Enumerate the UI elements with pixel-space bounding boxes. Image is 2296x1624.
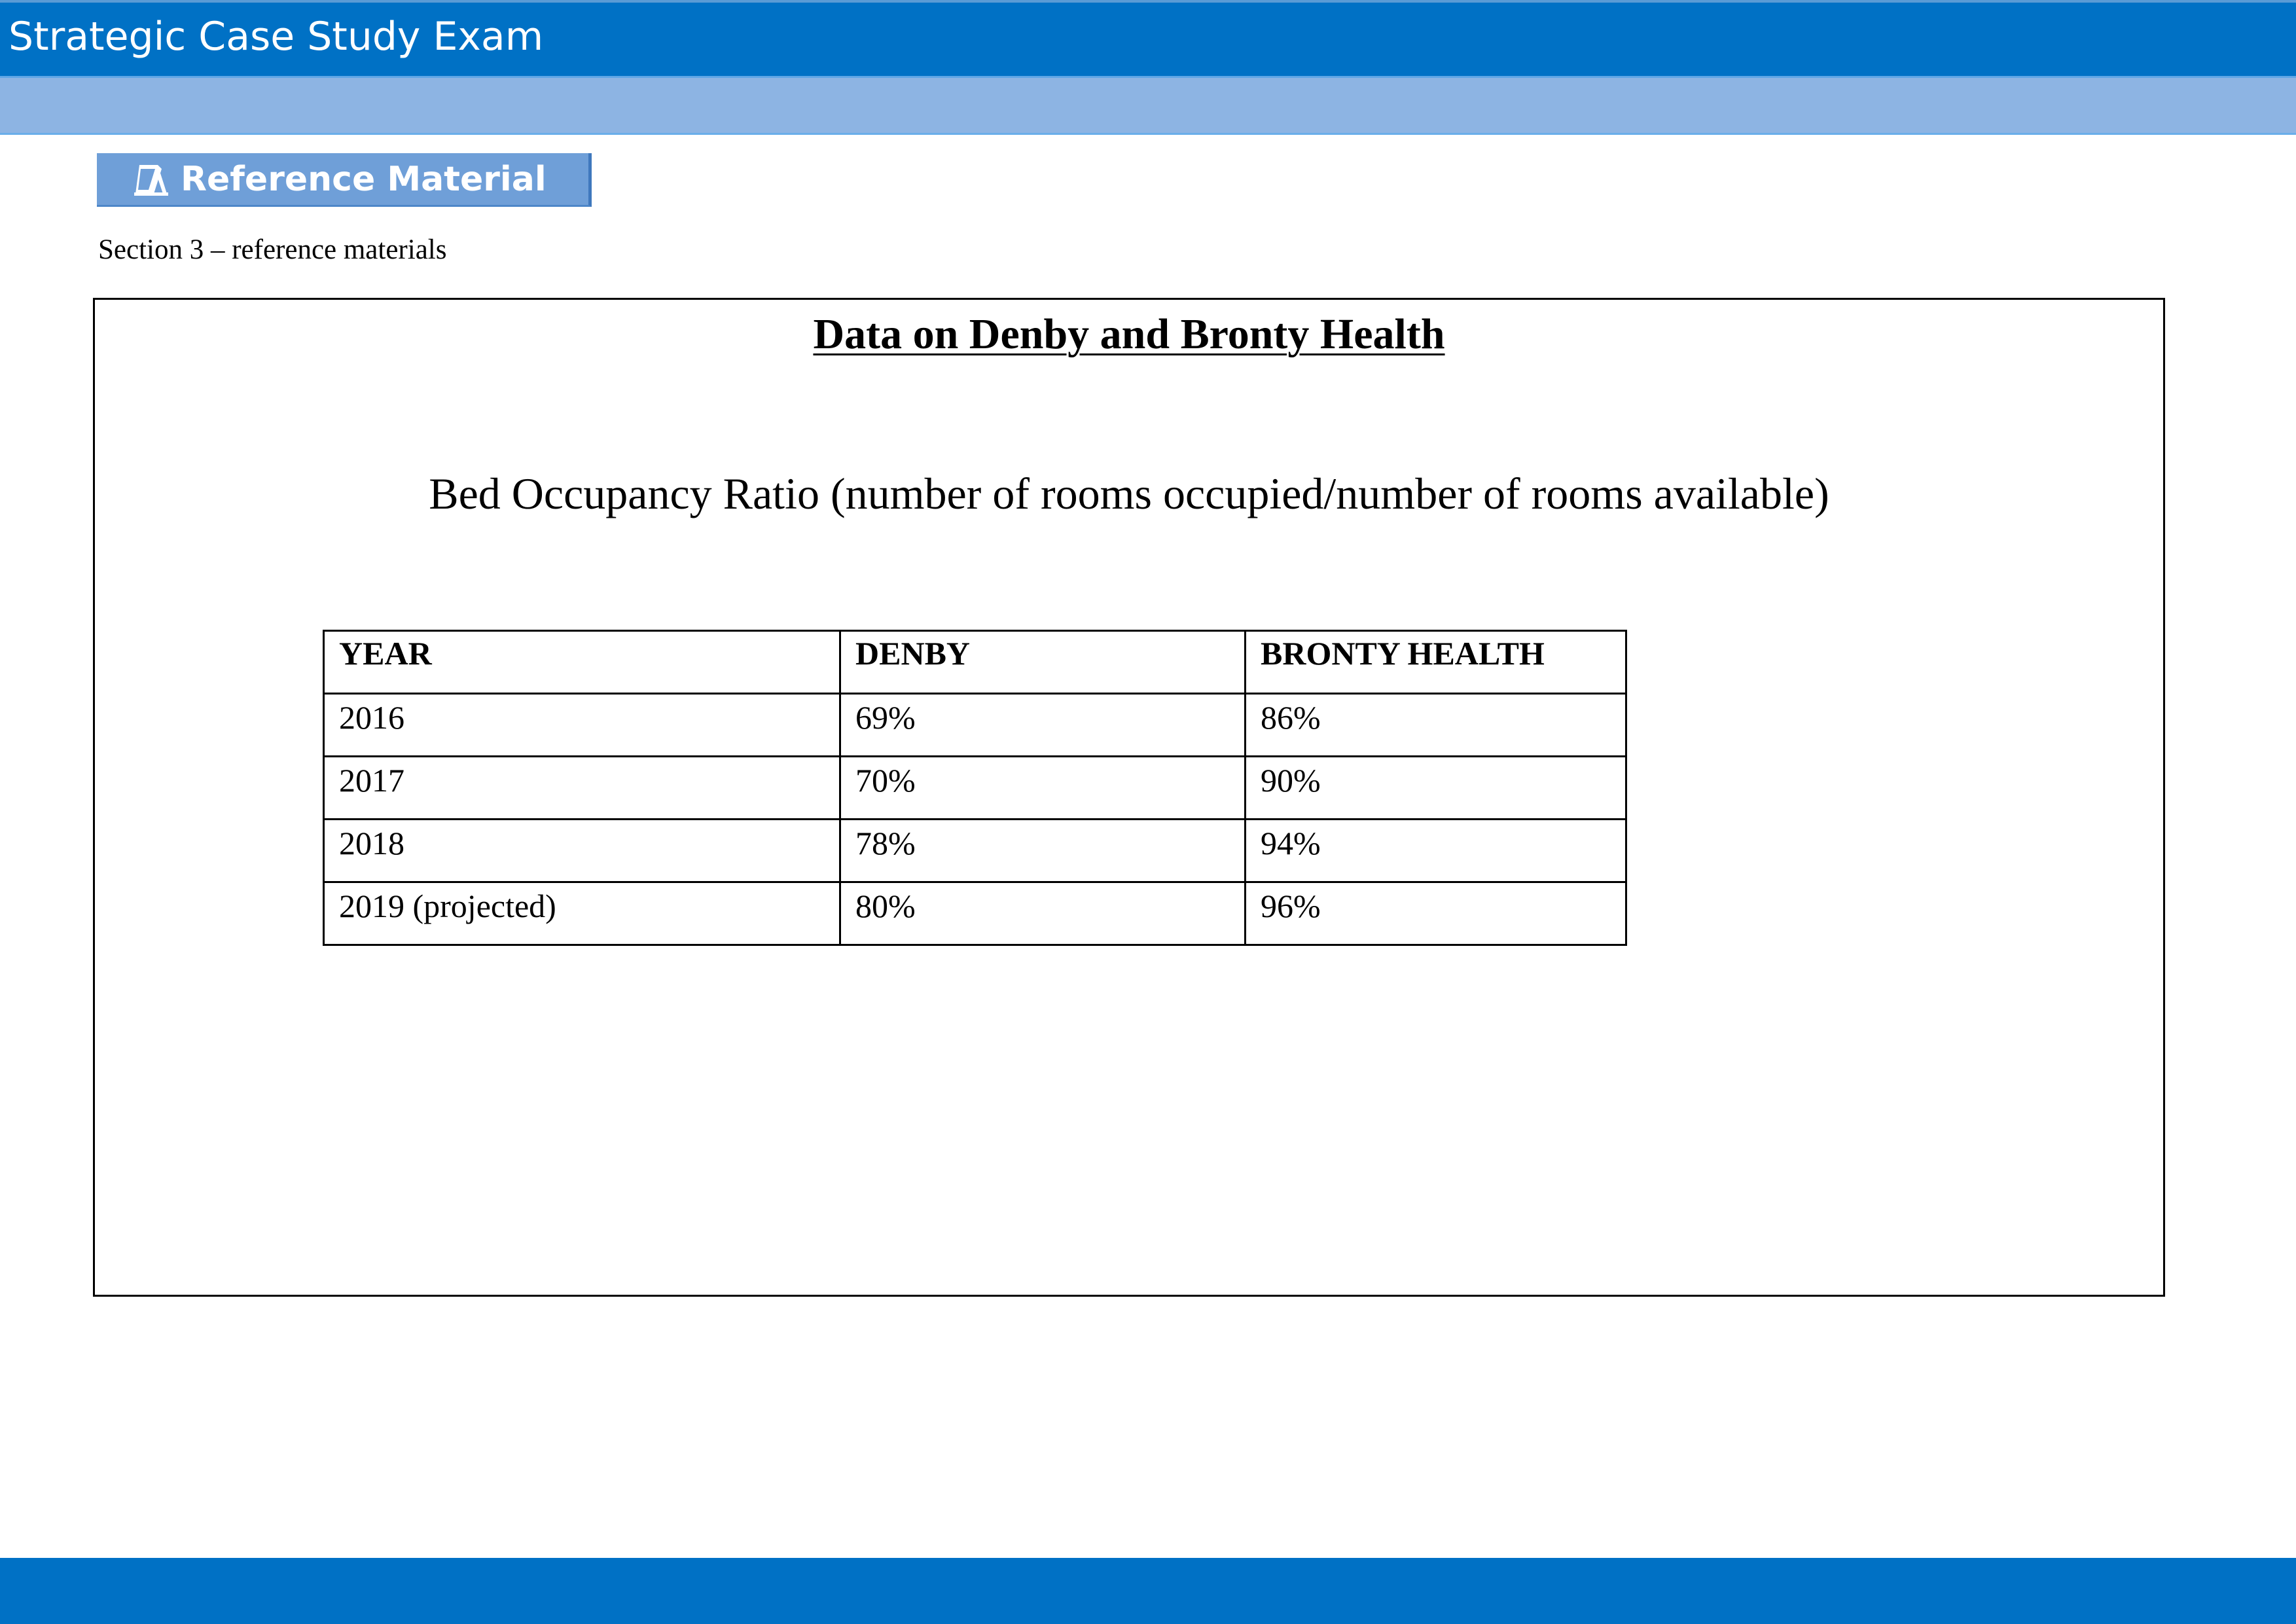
column-header-denby: DENBY bbox=[839, 630, 1246, 695]
section-label: Section 3 – reference materials bbox=[98, 234, 447, 265]
year-cell: 2018 bbox=[323, 818, 841, 883]
bronty-health-cell: 94% bbox=[1244, 818, 1627, 883]
table-row: 2018 78% 94% bbox=[323, 818, 1627, 883]
table-row: 2016 69% 86% bbox=[323, 693, 1627, 757]
table-row: 2019 (projected) 80% 96% bbox=[323, 881, 1627, 946]
sub-toolbar bbox=[0, 76, 2296, 135]
bronty-health-cell: 86% bbox=[1244, 693, 1627, 757]
table-caption: Bed Occupancy Ratio (number of rooms occ… bbox=[429, 469, 1829, 518]
occupancy-table: YEAR DENBY BRONTY HEALTH 2016 69% 86% 20… bbox=[323, 630, 1627, 946]
denby-cell: 78% bbox=[839, 818, 1246, 883]
document-heading: Data on Denby and Bronty Health bbox=[813, 310, 1445, 358]
book-stand-icon bbox=[131, 159, 171, 200]
exam-page: Strategic Case Study Exam Reference Mate… bbox=[0, 0, 2296, 1624]
year-cell: 2017 bbox=[323, 755, 841, 820]
bronty-health-cell: 90% bbox=[1244, 755, 1627, 820]
year-cell: 2016 bbox=[323, 693, 841, 757]
year-cell: 2019 (projected) bbox=[323, 881, 841, 946]
reference-material-button[interactable]: Reference Material bbox=[97, 153, 592, 207]
title-bar: Strategic Case Study Exam bbox=[0, 3, 2296, 76]
denby-cell: 80% bbox=[839, 881, 1246, 946]
denby-cell: 69% bbox=[839, 693, 1246, 757]
denby-cell: 70% bbox=[839, 755, 1246, 820]
column-header-year: YEAR bbox=[323, 630, 841, 695]
table-row: 2017 70% 90% bbox=[323, 755, 1627, 820]
table-header-row: YEAR DENBY BRONTY HEALTH bbox=[323, 630, 1627, 695]
bronty-health-cell: 96% bbox=[1244, 881, 1627, 946]
reference-material-label: Reference Material bbox=[181, 159, 547, 199]
exam-title: Strategic Case Study Exam bbox=[9, 14, 544, 60]
column-header-bronty-health: BRONTY HEALTH bbox=[1244, 630, 1627, 695]
footer-bar bbox=[0, 1558, 2296, 1624]
